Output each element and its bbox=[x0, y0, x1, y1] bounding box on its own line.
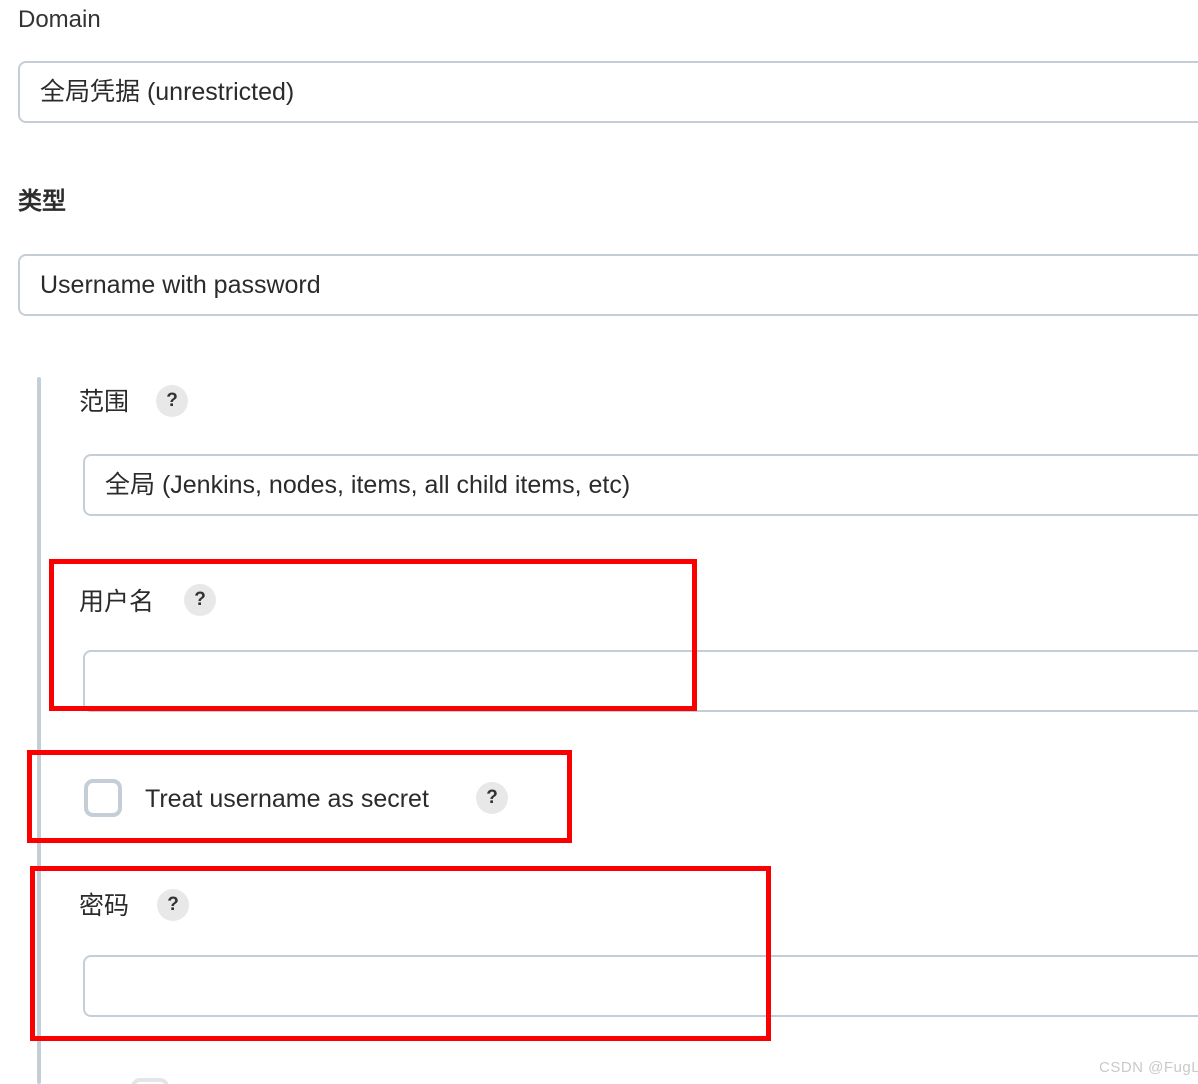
type-select[interactable]: Username with password bbox=[18, 254, 1198, 316]
username-label: 用户名 bbox=[79, 588, 155, 616]
next-checkbox-partial[interactable] bbox=[131, 1078, 169, 1084]
nested-section-rule bbox=[37, 377, 41, 1084]
scope-select[interactable]: 全局 (Jenkins, nodes, items, all child ite… bbox=[83, 454, 1198, 516]
credentials-form-page: Domain 全局凭据 (unrestricted) 类型 Username w… bbox=[0, 0, 1198, 1084]
password-help-icon[interactable]: ? bbox=[157, 889, 189, 921]
scope-help-icon[interactable]: ? bbox=[156, 385, 188, 417]
watermark-text: CSDN @FugLee bbox=[1099, 1059, 1198, 1076]
username-input[interactable] bbox=[83, 650, 1198, 712]
password-input[interactable] bbox=[83, 955, 1198, 1017]
treat-username-as-secret-checkbox[interactable] bbox=[84, 779, 122, 817]
username-help-icon[interactable]: ? bbox=[184, 584, 216, 616]
type-select-value: Username with password bbox=[40, 271, 321, 299]
password-label: 密码 bbox=[79, 892, 130, 920]
domain-select[interactable]: 全局凭据 (unrestricted) bbox=[18, 61, 1198, 123]
treat-username-as-secret-help-icon[interactable]: ? bbox=[476, 782, 508, 814]
domain-select-value: 全局凭据 (unrestricted) bbox=[40, 78, 295, 106]
scope-select-value: 全局 (Jenkins, nodes, items, all child ite… bbox=[105, 471, 631, 499]
type-label: 类型 bbox=[18, 188, 66, 215]
domain-label: Domain bbox=[18, 6, 101, 33]
scope-label: 范围 bbox=[79, 388, 130, 416]
treat-username-as-secret-label[interactable]: Treat username as secret bbox=[145, 783, 429, 815]
